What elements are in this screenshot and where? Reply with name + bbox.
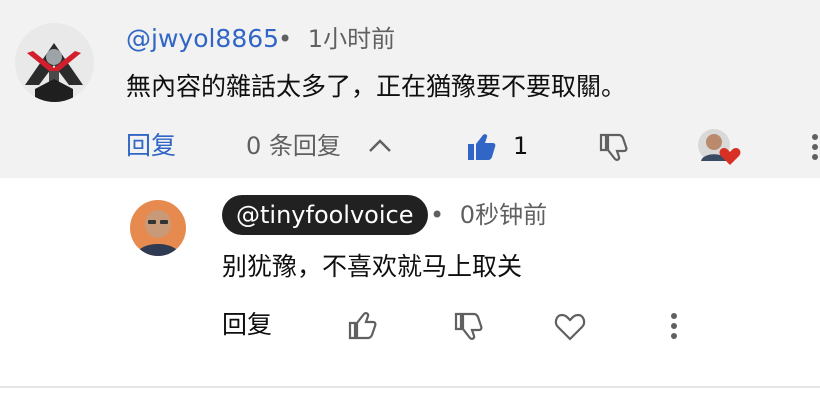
reply-time: 0秒钟前 bbox=[459, 201, 548, 229]
robot-avatar-icon bbox=[15, 23, 94, 102]
reply-button[interactable]: 回复 bbox=[126, 129, 176, 163]
comment-text: 無內容的雜話太多了，正在猶豫要不要取關。 bbox=[126, 72, 627, 101]
thumbs-up-icon[interactable] bbox=[465, 131, 497, 167]
reply-text: 别犹豫，不喜欢就马上取关 bbox=[222, 252, 523, 281]
bald-man-avatar-icon bbox=[130, 200, 186, 256]
comment-time: 1小时前 bbox=[307, 25, 396, 53]
replier-avatar[interactable] bbox=[130, 200, 186, 256]
commenter-avatar[interactable] bbox=[15, 23, 94, 102]
chevron-up-icon[interactable] bbox=[367, 136, 393, 158]
thumbs-down-icon[interactable] bbox=[452, 310, 484, 346]
meta-separator: • bbox=[430, 201, 445, 229]
reply-meta: • 0秒钟前 bbox=[430, 198, 547, 232]
replies-toggle-label[interactable]: 0 条回复 bbox=[246, 129, 341, 163]
commenter-handle-text[interactable]: @jwyol8865 bbox=[126, 24, 279, 53]
reply-button[interactable]: 回复 bbox=[222, 308, 272, 342]
like-count: 1 bbox=[513, 132, 529, 160]
thumbs-up-icon[interactable] bbox=[346, 310, 378, 346]
commenter-handle[interactable]: @jwyol8865 bbox=[126, 22, 279, 56]
thumbs-down-icon[interactable] bbox=[597, 131, 629, 167]
meta-separator: • bbox=[278, 25, 293, 53]
comment-thread: @jwyol8865 • 1小时前 無內容的雜話太多了，正在猶豫要不要取關。 回… bbox=[0, 0, 820, 178]
replier-handle-badge[interactable]: @tinyfoolvoice bbox=[222, 195, 428, 235]
creator-heart-icon bbox=[697, 128, 743, 168]
more-options-icon[interactable] bbox=[808, 131, 820, 163]
more-options-icon[interactable] bbox=[666, 310, 682, 346]
comment-meta: • 1小时前 bbox=[278, 22, 395, 56]
heart-icon[interactable] bbox=[553, 310, 587, 346]
divider bbox=[0, 386, 820, 388]
replier-handle-text[interactable]: @tinyfoolvoice bbox=[236, 201, 414, 229]
